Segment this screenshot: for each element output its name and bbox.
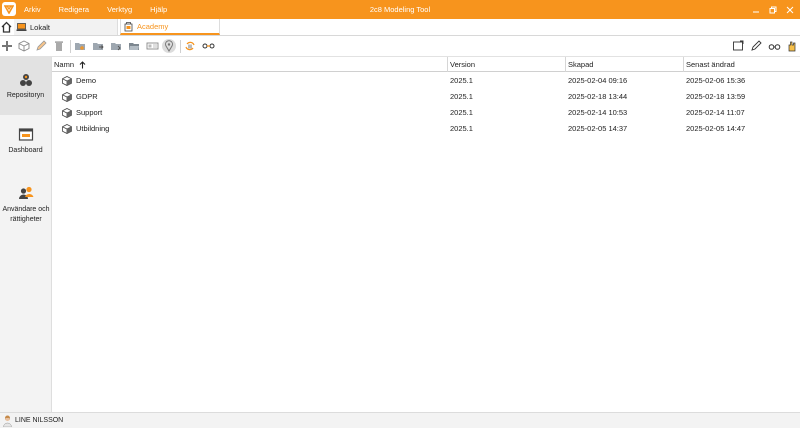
select-area-button[interactable] [731, 39, 745, 53]
toolbar-separator [180, 40, 181, 53]
tab-lokalt[interactable]: Lokalt [14, 19, 118, 35]
folder-add-icon [75, 43, 85, 50]
dashboard-icon [18, 128, 33, 141]
open-repository-button[interactable] [17, 39, 31, 53]
tab-academy-label: Academy [137, 21, 169, 31]
cell-version: 2025.1 [450, 92, 473, 101]
folder-import-icon [111, 43, 121, 51]
laptop-icon [16, 22, 27, 31]
cell-name: GDPR [76, 92, 98, 101]
app-window: Arkiv Redigera Verktyg Hjälp 2c8 Modelin… [0, 0, 800, 428]
folder-export-button[interactable] [91, 39, 105, 53]
pencil-draw-icon [751, 40, 762, 51]
nav-item-repositoryn[interactable]: Repositoryn [0, 57, 51, 115]
tab-academy[interactable]: Academy [120, 19, 220, 35]
toolbar-separator [70, 40, 71, 53]
sort-ascending-icon [79, 61, 86, 69]
folder-import-button[interactable] [109, 39, 123, 53]
sync-icon [185, 41, 195, 51]
plus-icon [2, 41, 12, 51]
cell-name: Utbildning [76, 124, 110, 133]
title-bar: Arkiv Redigera Verktyg Hjälp 2c8 Modelin… [0, 0, 800, 19]
restore-button[interactable] [764, 0, 782, 19]
folder-open-icon [129, 43, 139, 50]
select-area-icon [733, 40, 744, 51]
user-avatar-icon[interactable] [3, 415, 12, 427]
column-header-namn[interactable]: Namn [52, 57, 448, 72]
table-row[interactable]: Demo 2025.1 2025-02-04 09:16 2025-02-06 … [52, 73, 800, 89]
table-header: Namn Version Skapad Senast ändrad [52, 57, 800, 72]
folder-export-icon [93, 43, 104, 50]
connection-icon [202, 43, 214, 49]
column-header-version[interactable]: Version [448, 57, 566, 72]
folder-open-button[interactable] [127, 39, 141, 53]
cell-created: 2025-02-14 10:53 [568, 108, 628, 117]
column-label-namn: Namn [54, 60, 75, 69]
nav-label-repositoryn: Repositoryn [6, 92, 45, 99]
location-button[interactable] [162, 39, 176, 53]
repository-table: Namn Version Skapad Senast ändrad Demo 2… [52, 57, 800, 412]
view-button[interactable] [767, 39, 781, 53]
nav-label-dashboard: Dashboard [8, 147, 43, 154]
cell-name: Demo [76, 76, 97, 85]
cell-modified: 2025-02-06 15:36 [686, 76, 746, 85]
pencil-icon [36, 40, 47, 51]
toolbar [0, 36, 800, 57]
table-row[interactable]: Utbildning 2025.1 2025-02-05 14:37 2025-… [52, 121, 800, 137]
minimize-button[interactable] [747, 0, 765, 19]
cell-created: 2025-02-18 13:44 [568, 92, 628, 101]
id-card-icon [146, 42, 158, 50]
cell-created: 2025-02-05 14:37 [568, 124, 628, 133]
cell-modified: 2025-02-18 13:59 [686, 92, 746, 101]
card-button[interactable] [145, 39, 159, 53]
menu-arkiv[interactable]: Arkiv [24, 5, 41, 14]
home-icon [1, 21, 12, 33]
location-pin-icon [165, 40, 173, 52]
column-header-senast-andrad[interactable]: Senast ändrad [684, 57, 800, 72]
tab-lokalt-label: Lokalt [30, 22, 51, 32]
glasses-icon [768, 44, 780, 50]
repositories-icon [19, 74, 32, 86]
app-logo-icon [2, 2, 16, 16]
draw-button[interactable] [749, 39, 763, 53]
restore-icon [769, 6, 777, 13]
cell-created: 2025-02-04 09:16 [568, 76, 628, 85]
home-button[interactable] [1, 21, 12, 33]
connect-button[interactable] [201, 39, 215, 53]
cell-name: Support [76, 108, 103, 117]
folder-add-button[interactable] [73, 39, 87, 53]
cell-version: 2025.1 [450, 108, 473, 117]
delete-button[interactable] [52, 39, 66, 53]
add-button[interactable] [0, 39, 14, 53]
cell-version: 2025.1 [450, 76, 473, 85]
cell-version: 2025.1 [450, 124, 473, 133]
server-lock-icon [124, 21, 133, 31]
users-icon [18, 186, 33, 199]
menu-bar: Arkiv Redigera Verktyg Hjälp [24, 0, 185, 19]
minimize-icon [753, 11, 759, 12]
menu-hjalp[interactable]: Hjälp [150, 5, 167, 14]
status-bar: LINE NILSSON [0, 412, 800, 428]
close-button[interactable] [781, 0, 799, 19]
cube-icon [18, 40, 30, 52]
nav-label-users: Användare och rättigheter [2, 206, 50, 223]
table-row[interactable]: Support 2025.1 2025-02-14 10:53 2025-02-… [52, 105, 800, 121]
nav-item-dashboard[interactable]: Dashboard [0, 127, 51, 167]
sync-button[interactable] [183, 39, 197, 53]
hand-icon [788, 41, 796, 52]
edit-button[interactable] [34, 39, 48, 53]
side-navigation: Repositoryn Dashboard Användare och rätt… [0, 57, 52, 412]
trash-icon [55, 41, 63, 51]
nav-item-users[interactable]: Användare och rättigheter [0, 185, 51, 231]
hand-tool-button[interactable] [785, 39, 799, 53]
cell-modified: 2025-02-05 14:47 [686, 124, 746, 133]
table-row[interactable]: GDPR 2025.1 2025-02-18 13:44 2025-02-18 … [52, 89, 800, 105]
user-name: LINE NILSSON [15, 417, 64, 424]
menu-verktyg[interactable]: Verktyg [107, 5, 132, 14]
tab-bar: Lokalt Academy [0, 19, 800, 36]
close-icon [786, 6, 794, 13]
cell-modified: 2025-02-14 11:07 [686, 108, 745, 117]
column-header-skapad[interactable]: Skapad [566, 57, 684, 72]
menu-redigera[interactable]: Redigera [59, 5, 89, 14]
